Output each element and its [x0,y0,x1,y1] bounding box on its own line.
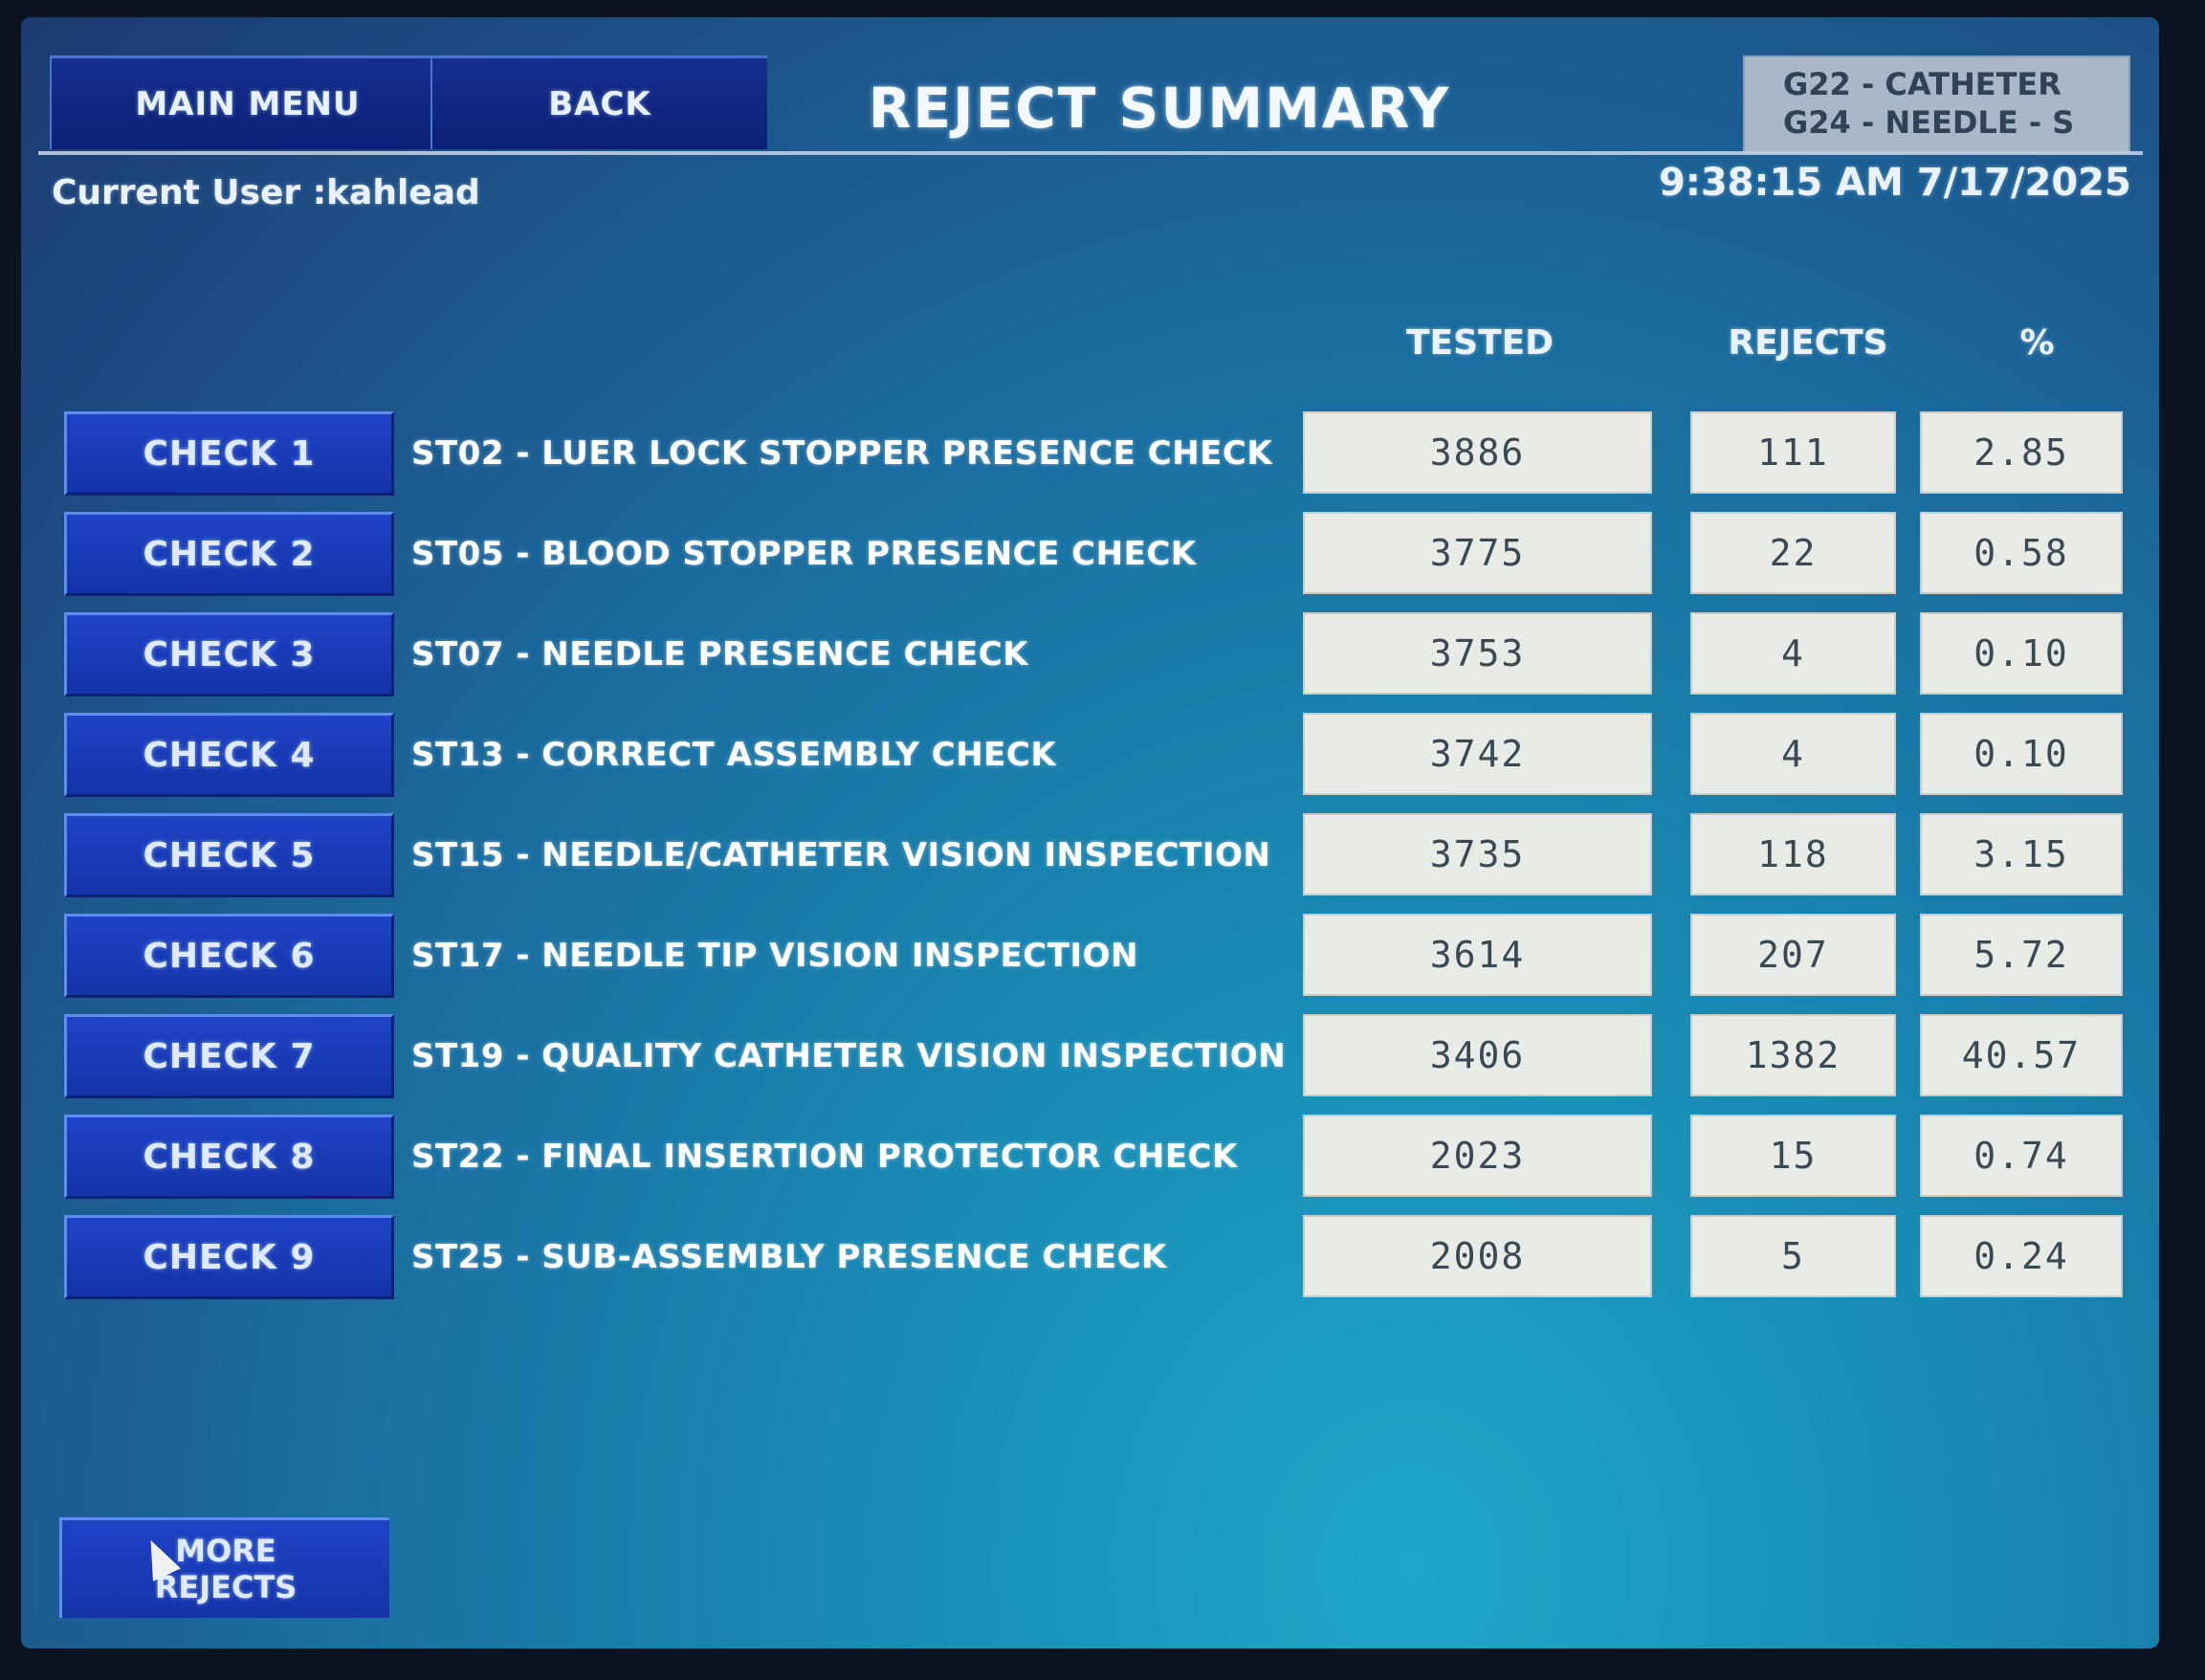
check-description: ST19 - QUALITY CATHETER VISION INSPECTIO… [411,1037,1287,1075]
rejects-value: 22 [1690,512,1896,594]
rejects-value: 4 [1690,612,1896,695]
table-row: CHECK 7 ST19 - QUALITY CATHETER VISION I… [21,1014,2159,1100]
more-rejects-button[interactable]: MORE REJECTS [59,1517,389,1618]
tested-value: 3406 [1303,1014,1652,1096]
check-2-button[interactable]: CHECK 2 [64,512,394,596]
rejects-value: 118 [1690,813,1896,895]
more-rejects-label-line2: REJECTS [154,1569,298,1605]
check-description: ST05 - BLOOD STOPPER PRESENCE CHECK [411,535,1197,573]
percent-value: 40.57 [1920,1014,2123,1096]
check-6-button[interactable]: CHECK 6 [64,914,394,998]
table-row: CHECK 3 ST07 - NEEDLE PRESENCE CHECK 375… [21,612,2159,698]
percent-value: 3.15 [1920,813,2123,895]
column-header-percent: % [2019,323,2055,363]
table-row: CHECK 8 ST22 - FINAL INSERTION PROTECTOR… [21,1115,2159,1201]
check-description: ST15 - NEEDLE/CATHETER VISION INSPECTION [411,836,1271,874]
rejects-value: 15 [1690,1115,1896,1197]
tested-value: 3886 [1303,411,1652,494]
check-description: ST22 - FINAL INSERTION PROTECTOR CHECK [411,1138,1238,1176]
percent-value: 0.74 [1920,1115,2123,1197]
percent-value: 0.10 [1920,612,2123,695]
page-title: REJECT SUMMARY [868,76,1451,141]
main-menu-button[interactable]: MAIN MENU [50,55,444,149]
check-description: ST13 - CORRECT ASSEMBLY CHECK [411,736,1057,774]
current-user-label: Current User :kahlead [52,173,480,212]
rejects-value: 4 [1690,713,1896,795]
model-indicator: G22 - CATHETER G24 - NEEDLE - S [1743,55,2130,153]
check-3-button[interactable]: CHECK 3 [64,612,394,696]
rejects-value: 111 [1690,411,1896,494]
check-8-button[interactable]: CHECK 8 [64,1115,394,1199]
percent-value: 0.10 [1920,713,2123,795]
percent-value: 0.24 [1920,1215,2123,1297]
check-5-button[interactable]: CHECK 5 [64,813,394,897]
check-description: ST17 - NEEDLE TIP VISION INSPECTION [411,937,1138,975]
model-line-1: G22 - CATHETER [1783,66,2062,102]
column-header-rejects: REJECTS [1728,323,1888,363]
check-description: ST02 - LUER LOCK STOPPER PRESENCE CHECK [411,434,1273,473]
header-divider [38,151,2143,155]
column-header-tested: TESTED [1405,323,1555,363]
check-7-button[interactable]: CHECK 7 [64,1014,394,1098]
tested-value: 3742 [1303,713,1652,795]
table-row: CHECK 6 ST17 - NEEDLE TIP VISION INSPECT… [21,914,2159,1000]
check-description: ST25 - SUB-ASSEMBLY PRESENCE CHECK [411,1238,1167,1276]
rejects-value: 207 [1690,914,1896,996]
check-4-button[interactable]: CHECK 4 [64,713,394,797]
tested-value: 3735 [1303,813,1652,895]
tested-value: 3614 [1303,914,1652,996]
hmi-screen: MAIN MENU BACK REJECT SUMMARY G22 - CATH… [21,17,2159,1648]
back-button[interactable]: BACK [430,55,767,149]
check-9-button[interactable]: CHECK 9 [64,1215,394,1299]
tested-value: 2008 [1303,1215,1652,1297]
tested-value: 2023 [1303,1115,1652,1197]
percent-value: 0.58 [1920,512,2123,594]
table-row: CHECK 2 ST05 - BLOOD STOPPER PRESENCE CH… [21,512,2159,598]
model-line-2: G24 - NEEDLE - S [1783,104,2075,141]
rejects-value: 1382 [1690,1014,1896,1096]
table-row: CHECK 1 ST02 - LUER LOCK STOPPER PRESENC… [21,411,2159,497]
tested-value: 3775 [1303,512,1652,594]
rejects-value: 5 [1690,1215,1896,1297]
percent-value: 5.72 [1920,914,2123,996]
table-row: CHECK 5 ST15 - NEEDLE/CATHETER VISION IN… [21,813,2159,899]
tested-value: 3753 [1303,612,1652,695]
table-row: CHECK 4 ST13 - CORRECT ASSEMBLY CHECK 37… [21,713,2159,799]
check-1-button[interactable]: CHECK 1 [64,411,394,496]
datetime-display: 9:38:15 AM 7/17/2025 [1659,161,2131,205]
percent-value: 2.85 [1920,411,2123,494]
check-description: ST07 - NEEDLE PRESENCE CHECK [411,635,1029,674]
table-row: CHECK 9 ST25 - SUB-ASSEMBLY PRESENCE CHE… [21,1215,2159,1301]
